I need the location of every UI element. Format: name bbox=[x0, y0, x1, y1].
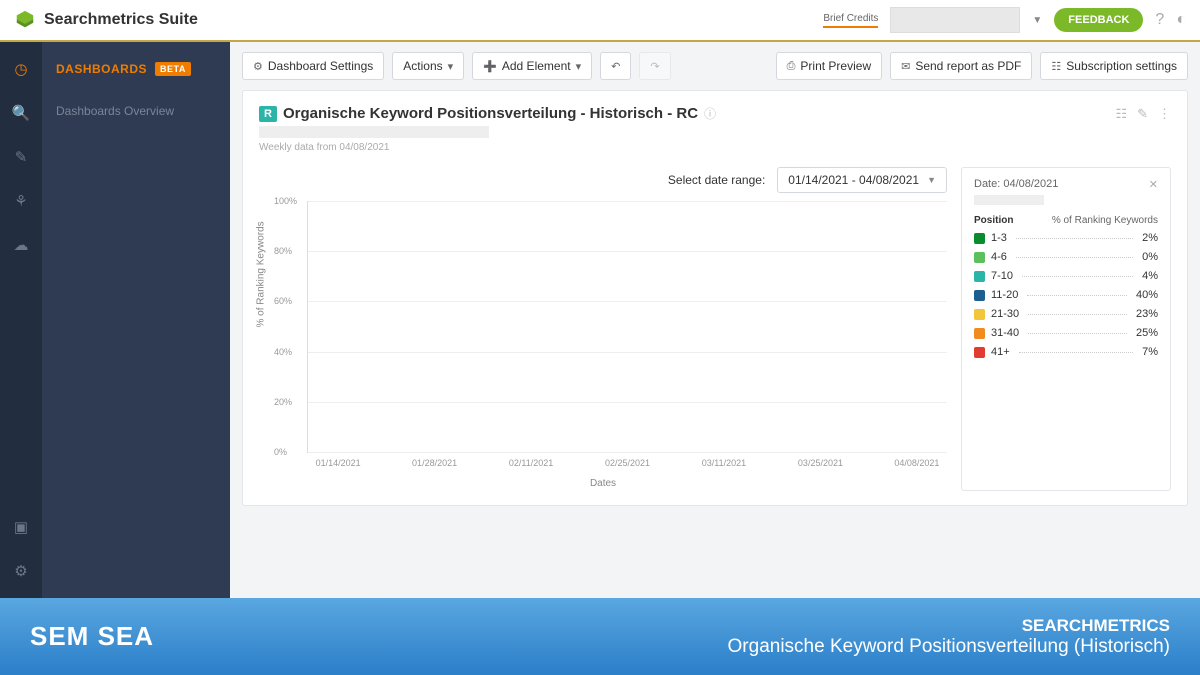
nav-rail: ◷ 🔍 ✎ ⚘ ☁ ▣ ⚙ bbox=[0, 42, 42, 598]
plus-icon: ➕ bbox=[483, 60, 497, 73]
add-element-button[interactable]: ➕Add Element▾ bbox=[472, 52, 592, 80]
stacked-bar-chart: % of Ranking Keywords 0%20%40%60%80%100%… bbox=[259, 201, 947, 491]
panel-title: Organische Keyword Positionsverteilung -… bbox=[283, 105, 698, 122]
cloud-icon[interactable]: ☁ bbox=[14, 236, 29, 254]
mail-icon: ✉ bbox=[901, 60, 910, 73]
dropdown-caret-icon[interactable]: ▼ bbox=[1032, 15, 1042, 26]
redo-icon: ↷ bbox=[650, 60, 659, 73]
legend-col-position: Position bbox=[974, 215, 1013, 226]
legend-row[interactable]: 41+7% bbox=[974, 346, 1158, 358]
x-axis-label: Dates bbox=[590, 478, 616, 489]
chevron-down-icon: ▾ bbox=[448, 60, 454, 73]
user-icon[interactable]: ◐ bbox=[1176, 11, 1186, 29]
legend-row[interactable]: 7-104% bbox=[974, 270, 1158, 282]
user-settings-icon[interactable]: ⚙ bbox=[14, 562, 27, 580]
legend-col-pct: % of Ranking Keywords bbox=[1052, 215, 1158, 226]
info-icon[interactable]: ⓘ bbox=[704, 105, 716, 122]
footer-banner: SEM SEA SEARCHMETRICS Organische Keyword… bbox=[0, 598, 1200, 675]
legend-row[interactable]: 4-60% bbox=[974, 251, 1158, 263]
gear-icon: ⚙ bbox=[253, 60, 263, 73]
print-preview-button[interactable]: ⎙Print Preview bbox=[776, 52, 883, 80]
actions-button[interactable]: Actions▾ bbox=[392, 52, 464, 80]
domain-label bbox=[259, 126, 489, 138]
footer-brand: SEARCHMETRICS bbox=[728, 616, 1170, 636]
dashboard-settings-button[interactable]: ⚙Dashboard Settings bbox=[242, 52, 384, 80]
logo-icon bbox=[14, 9, 36, 31]
pencil-icon[interactable]: ✎ bbox=[15, 148, 28, 166]
chevron-down-icon: ▾ bbox=[576, 60, 582, 73]
y-axis-label: % of Ranking Keywords bbox=[256, 222, 267, 328]
sidebar-item-overview[interactable]: Dashboards Overview bbox=[56, 104, 216, 118]
chevron-down-icon: ▼ bbox=[927, 175, 936, 185]
close-icon[interactable]: ✕ bbox=[1149, 178, 1158, 191]
undo-icon: ↶ bbox=[611, 60, 620, 73]
weekly-note: Weekly data from 04/08/2021 bbox=[259, 142, 1171, 153]
date-range-label: Select date range: bbox=[668, 173, 765, 187]
brief-credits-label: Brief Credits bbox=[823, 13, 878, 28]
legend-domain bbox=[974, 195, 1044, 205]
sidebar-title: DASHBOARDS BETA bbox=[56, 62, 216, 76]
feedback-button[interactable]: FEEDBACK bbox=[1054, 8, 1143, 32]
legend-row[interactable]: 11-2040% bbox=[974, 289, 1158, 301]
calendar-icon: ☷ bbox=[1051, 60, 1061, 73]
legend-panel: Date: 04/08/2021 ✕ Position % of Ranking… bbox=[961, 167, 1171, 491]
footer-left: SEM SEA bbox=[30, 621, 154, 652]
calendar-icon[interactable]: ☷ bbox=[1115, 106, 1127, 122]
print-icon: ⎙ bbox=[787, 60, 796, 73]
legend-row[interactable]: 31-4025% bbox=[974, 327, 1158, 339]
date-range-selector[interactable]: 01/14/2021 - 04/08/2021 ▼ bbox=[777, 167, 947, 193]
beta-badge: BETA bbox=[155, 62, 191, 76]
footer-subtitle: Organische Keyword Positionsverteilung (… bbox=[728, 636, 1170, 658]
sitemap-icon[interactable]: ⚘ bbox=[14, 192, 27, 210]
account-selector[interactable] bbox=[890, 7, 1020, 33]
search-icon[interactable]: 🔍 bbox=[12, 104, 31, 122]
subscription-settings-button[interactable]: ☷Subscription settings bbox=[1040, 52, 1188, 80]
legend-date: Date: 04/08/2021 bbox=[974, 178, 1058, 191]
send-pdf-button[interactable]: ✉Send report as PDF bbox=[890, 52, 1032, 80]
legend-row[interactable]: 21-3023% bbox=[974, 308, 1158, 320]
r-badge: R bbox=[259, 106, 277, 122]
product-name: Searchmetrics Suite bbox=[44, 11, 198, 29]
product-logo: Searchmetrics Suite bbox=[14, 9, 198, 31]
redo-button[interactable]: ↷ bbox=[639, 52, 670, 80]
edit-icon[interactable]: ✎ bbox=[1137, 106, 1148, 122]
legend-row[interactable]: 1-32% bbox=[974, 232, 1158, 244]
chart-panel: R Organische Keyword Positionsverteilung… bbox=[242, 90, 1188, 506]
more-icon[interactable]: ⋮ bbox=[1158, 106, 1171, 122]
file-icon[interactable]: ▣ bbox=[14, 518, 28, 536]
help-icon[interactable]: ? bbox=[1155, 11, 1164, 29]
gauge-icon[interactable]: ◷ bbox=[14, 60, 27, 78]
undo-button[interactable]: ↶ bbox=[600, 52, 631, 80]
